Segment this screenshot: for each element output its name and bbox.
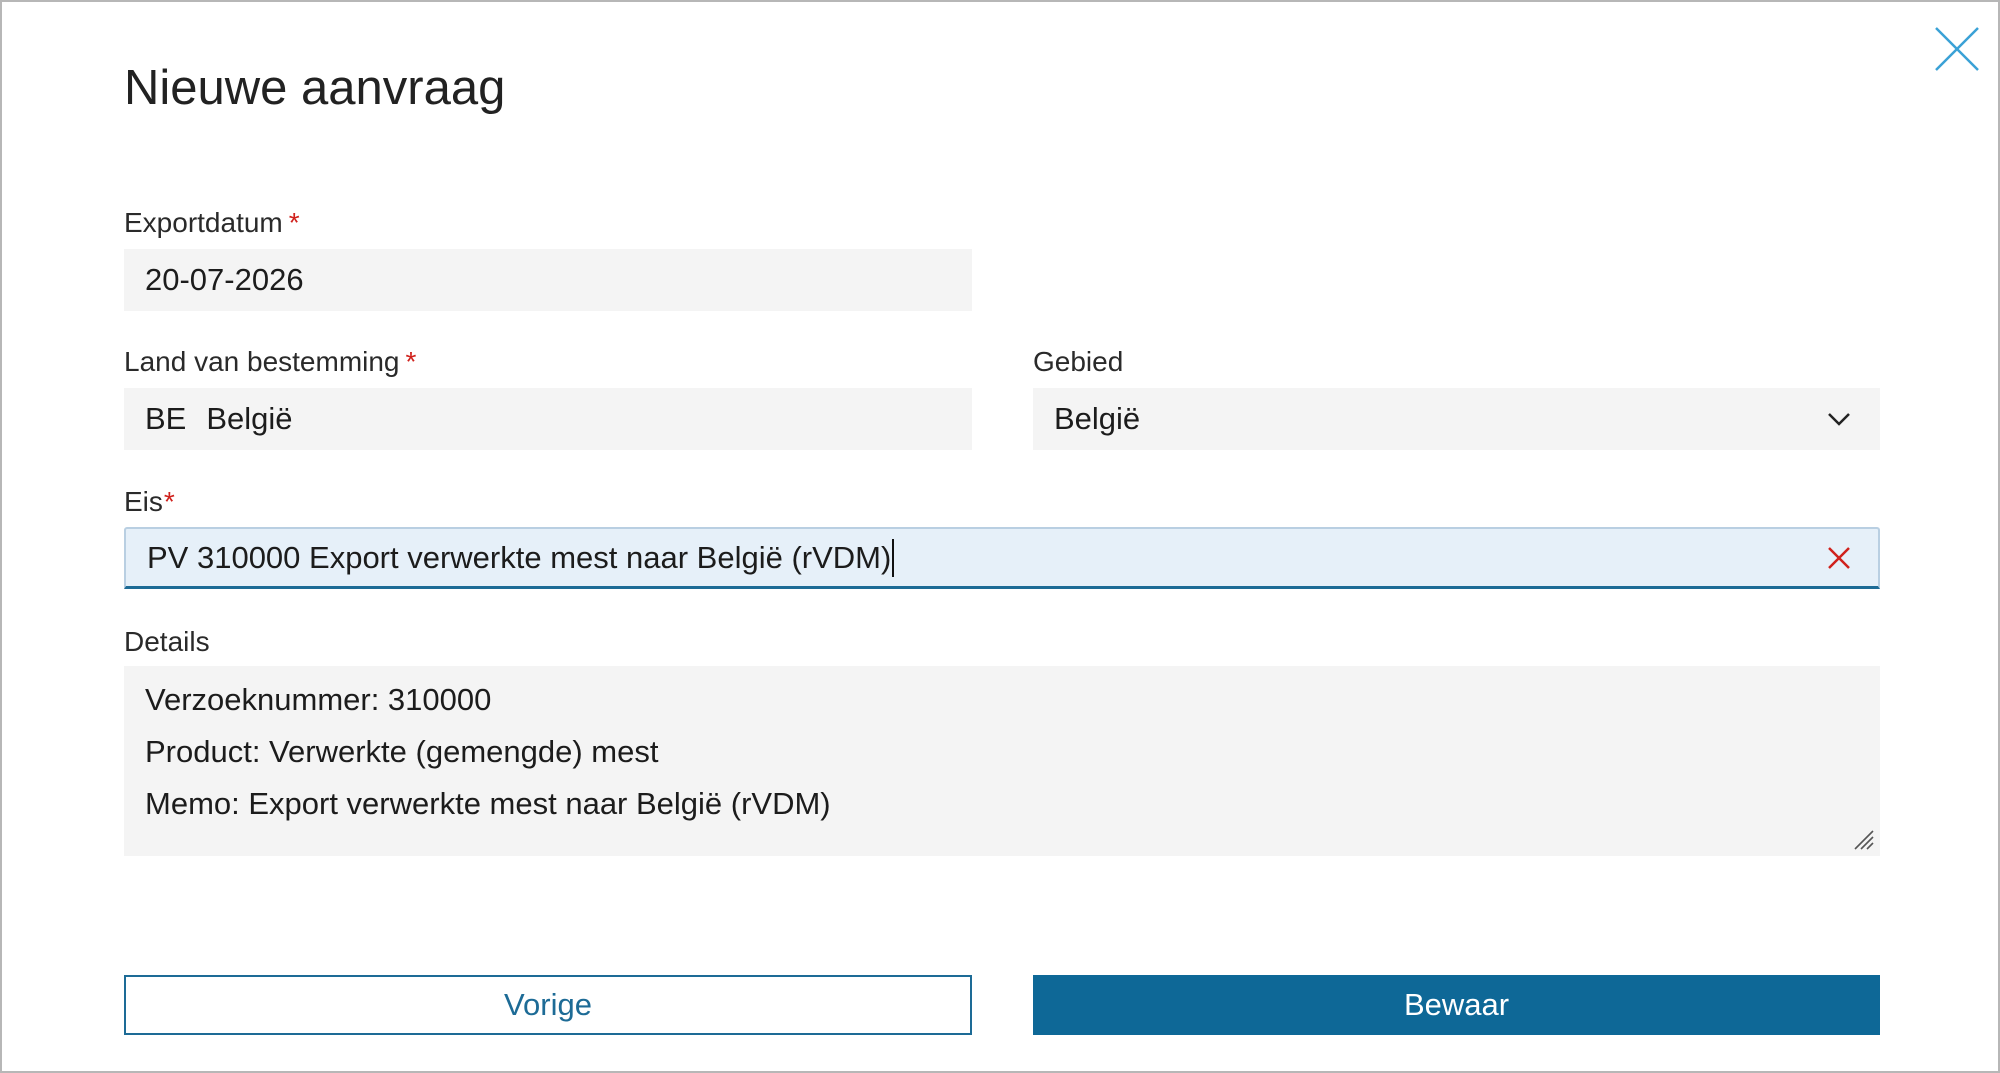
- exportdatum-value: 20-07-2026: [145, 262, 304, 297]
- required-marker: *: [405, 346, 417, 377]
- required-marker: *: [288, 207, 300, 238]
- text-caret: [892, 538, 895, 577]
- close-button[interactable]: [1932, 24, 1982, 74]
- previous-button[interactable]: Vorige: [124, 975, 972, 1035]
- land-input[interactable]: BE België: [124, 388, 972, 450]
- close-icon: [1935, 27, 1979, 71]
- clear-icon[interactable]: [1824, 543, 1854, 573]
- details-label: Details: [124, 626, 210, 657]
- gebied-select[interactable]: België: [1033, 388, 1880, 450]
- country-name: België: [206, 401, 293, 436]
- exportdatum-label: Exportdatum *: [124, 207, 300, 239]
- eis-input[interactable]: PV 310000 Export verwerkte mest naar Bel…: [124, 527, 1880, 589]
- save-button[interactable]: Bewaar: [1033, 975, 1880, 1035]
- eis-label: Eis*: [124, 486, 175, 518]
- exportdatum-input[interactable]: 20-07-2026: [124, 249, 972, 311]
- eis-value: PV 310000 Export verwerkte mest naar Bel…: [147, 539, 892, 575]
- eis-label-text: Eis: [124, 486, 163, 517]
- gebied-selected-value: België: [1054, 401, 1141, 436]
- details-line: Product: Verwerkte (gemengde) mest: [145, 734, 659, 769]
- land-label: Land van bestemming *: [124, 346, 416, 378]
- exportdatum-label-text: Exportdatum: [124, 207, 283, 238]
- gebied-label: Gebied: [1033, 346, 1124, 377]
- new-request-dialog: Nieuwe aanvraag Exportdatum * 20-07-2026 …: [0, 0, 2000, 1073]
- land-label-text: Land van bestemming: [124, 346, 400, 377]
- required-marker: *: [163, 486, 175, 517]
- chevron-down-icon: [1828, 413, 1850, 426]
- country-code: BE: [145, 401, 187, 436]
- details-line: Verzoeknummer: 310000: [145, 682, 492, 717]
- details-textarea[interactable]: Verzoeknummer: 310000 Product: Verwerkte…: [124, 666, 1880, 856]
- resize-handle-icon[interactable]: [1852, 828, 1874, 850]
- dialog-title: Nieuwe aanvraag: [124, 61, 506, 115]
- details-line: Memo: Export verwerkte mest naar België …: [145, 786, 831, 821]
